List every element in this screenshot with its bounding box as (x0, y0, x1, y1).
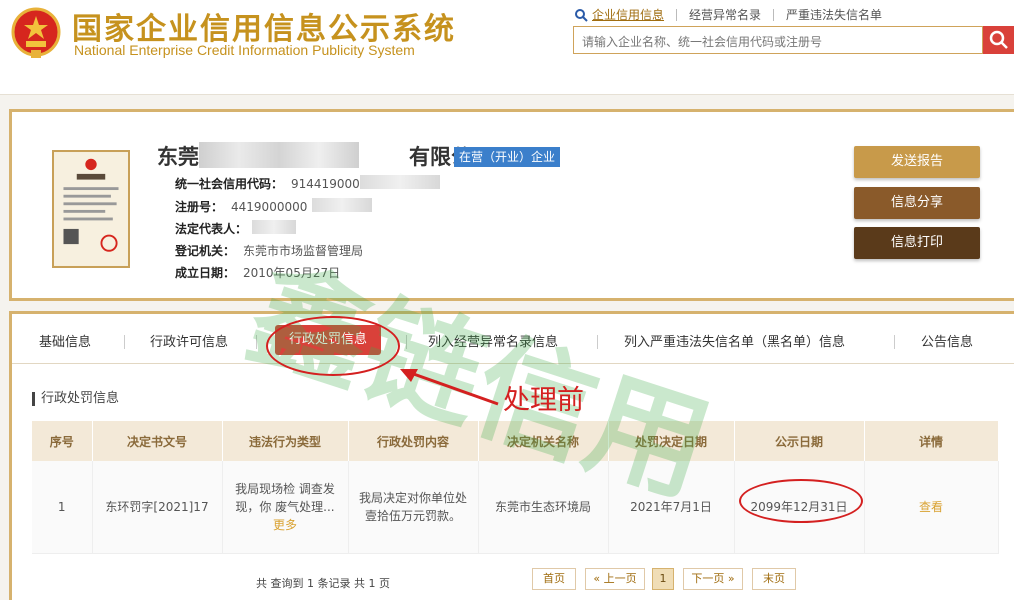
pager-summary: 共 查询到 1 条记录 共 1 页 (256, 577, 390, 590)
col-penalty: 行政处罚内容 (348, 421, 479, 461)
tab-admin-license[interactable]: 行政许可信息 (150, 331, 228, 350)
tab-divider (124, 335, 125, 349)
col-violation: 违法行为类型 (222, 421, 349, 461)
col-index: 序号 (32, 421, 93, 461)
cell-detail: 查看 (864, 461, 999, 554)
national-emblem-icon (11, 7, 61, 58)
view-detail-link[interactable]: 查看 (919, 500, 943, 514)
pager-next[interactable]: 下一页 » (683, 568, 743, 590)
more-link[interactable]: 更多 (273, 518, 297, 532)
highlight-ring-tab (266, 316, 400, 376)
redacted-name (199, 142, 359, 168)
top-links: 企业信用信息 经营异常名录 严重违法失信名单 (574, 6, 894, 24)
status-badge: 在营（开业）企业 (454, 147, 561, 167)
pager-current[interactable]: 1 (652, 568, 674, 590)
company-name-prefix: 东莞 (157, 145, 199, 169)
field-label: 成立日期： (175, 266, 236, 280)
annotation-label: 处理前 (503, 385, 584, 416)
pager-prev[interactable]: « 上一页 (585, 568, 645, 590)
search-icon (575, 9, 588, 22)
field-label: 注册号： (175, 200, 224, 214)
tab-blacklist[interactable]: 列入严重违法失信名单（黑名单）信息 (624, 331, 845, 350)
tab-divider (597, 335, 598, 349)
field-value: 914419000 (291, 177, 360, 191)
link-abnormal-list[interactable]: 经营异常名录 (676, 9, 773, 21)
field-value: 2010年05月27日 (243, 266, 341, 280)
info-credit-code: 统一社会信用代码： 914419000 (175, 175, 360, 192)
link-enterprise-credit[interactable]: 企业信用信息 (588, 9, 676, 21)
redacted-value (312, 198, 372, 212)
print-info-button[interactable]: 信息打印 (854, 227, 980, 259)
search-icon (989, 30, 1008, 49)
link-blacklist[interactable]: 严重违法失信名单 (773, 9, 894, 21)
pager-last[interactable]: 末页 (752, 568, 796, 590)
col-doc-no: 决定书文号 (92, 421, 223, 461)
site-subtitle: National Enterprise Credit Information P… (74, 42, 415, 58)
tab-divider (256, 335, 257, 349)
company-card: 东莞 有限公司 在营（开业）企业 统一社会信用代码： 914419000 注册号： 4… (9, 109, 1014, 301)
tab-abnormal-list[interactable]: 列入经营异常名录信息 (428, 331, 558, 350)
field-label: 登记机关： (175, 244, 236, 258)
cell-violation: 我局现场检 调查发现，你 废气处理... 更多 (222, 461, 349, 554)
redacted-value (360, 175, 440, 189)
content-panel: 基础信息 行政许可信息 行政处罚信息 列入经营异常名录信息 列入严重违法失信名单… (9, 311, 1014, 600)
tab-divider (406, 335, 407, 349)
annotation-arrow-icon (400, 369, 499, 406)
col-authority: 决定机关名称 (478, 421, 609, 461)
pager-first[interactable]: 首页 (532, 568, 576, 590)
tab-announcements[interactable]: 公告信息 (921, 331, 973, 350)
info-authority: 登记机关： 东莞市市场监督管理局 (175, 242, 363, 259)
field-value: 东莞市市场监督管理局 (243, 244, 364, 258)
cell-decision-date: 2021年7月1日 (608, 461, 735, 554)
field-label: 统一社会信用代码： (175, 177, 284, 191)
col-detail: 详情 (864, 421, 999, 461)
penalty-table: 序号 决定书文号 违法行为类型 行政处罚内容 决定机关名称 处罚决定日期 公示日… (32, 421, 999, 554)
field-label: 法定代表人： (175, 222, 248, 236)
tab-bar: 基础信息 行政许可信息 行政处罚信息 列入经营异常名录信息 列入严重违法失信名单… (12, 314, 1014, 364)
cell-index: 1 (32, 461, 93, 554)
business-license-image (52, 150, 130, 268)
info-reg-number: 注册号： 4419000000 (175, 198, 307, 215)
tab-basic-info[interactable]: 基础信息 (39, 331, 91, 350)
cell-authority: 东莞市生态环境局 (478, 461, 609, 554)
info-founded: 成立日期： 2010年05月27日 (175, 264, 340, 281)
col-publish-date: 公示日期 (734, 421, 865, 461)
tab-divider (894, 335, 895, 349)
table-header-row: 序号 决定书文号 违法行为类型 行政处罚内容 决定机关名称 处罚决定日期 公示日… (32, 421, 999, 461)
violation-text: 我局现场检 调查发现，你 废气处理... (235, 481, 335, 514)
field-value: 4419000000 (231, 200, 308, 214)
share-info-button[interactable]: 信息分享 (854, 187, 980, 219)
send-report-button[interactable]: 发送报告 (854, 146, 980, 178)
section-title: 行政处罚信息 (32, 392, 119, 406)
col-decision-date: 处罚决定日期 (608, 421, 735, 461)
redacted-value (252, 220, 296, 234)
cell-doc-no: 东环罚字[2021]17 (92, 461, 223, 554)
info-legal-rep: 法定代表人： (175, 220, 255, 237)
search-button[interactable] (983, 26, 1014, 54)
highlight-ring-date (739, 479, 863, 523)
search-input[interactable]: 请输入企业名称、统一社会信用代码或注册号 (573, 26, 983, 54)
site-header: 国家企业信用信息公示系统 National Enterprise Credit … (0, 0, 1014, 95)
cell-penalty: 我局决定对你单位处壹拾伍万元罚款。 (348, 461, 479, 554)
